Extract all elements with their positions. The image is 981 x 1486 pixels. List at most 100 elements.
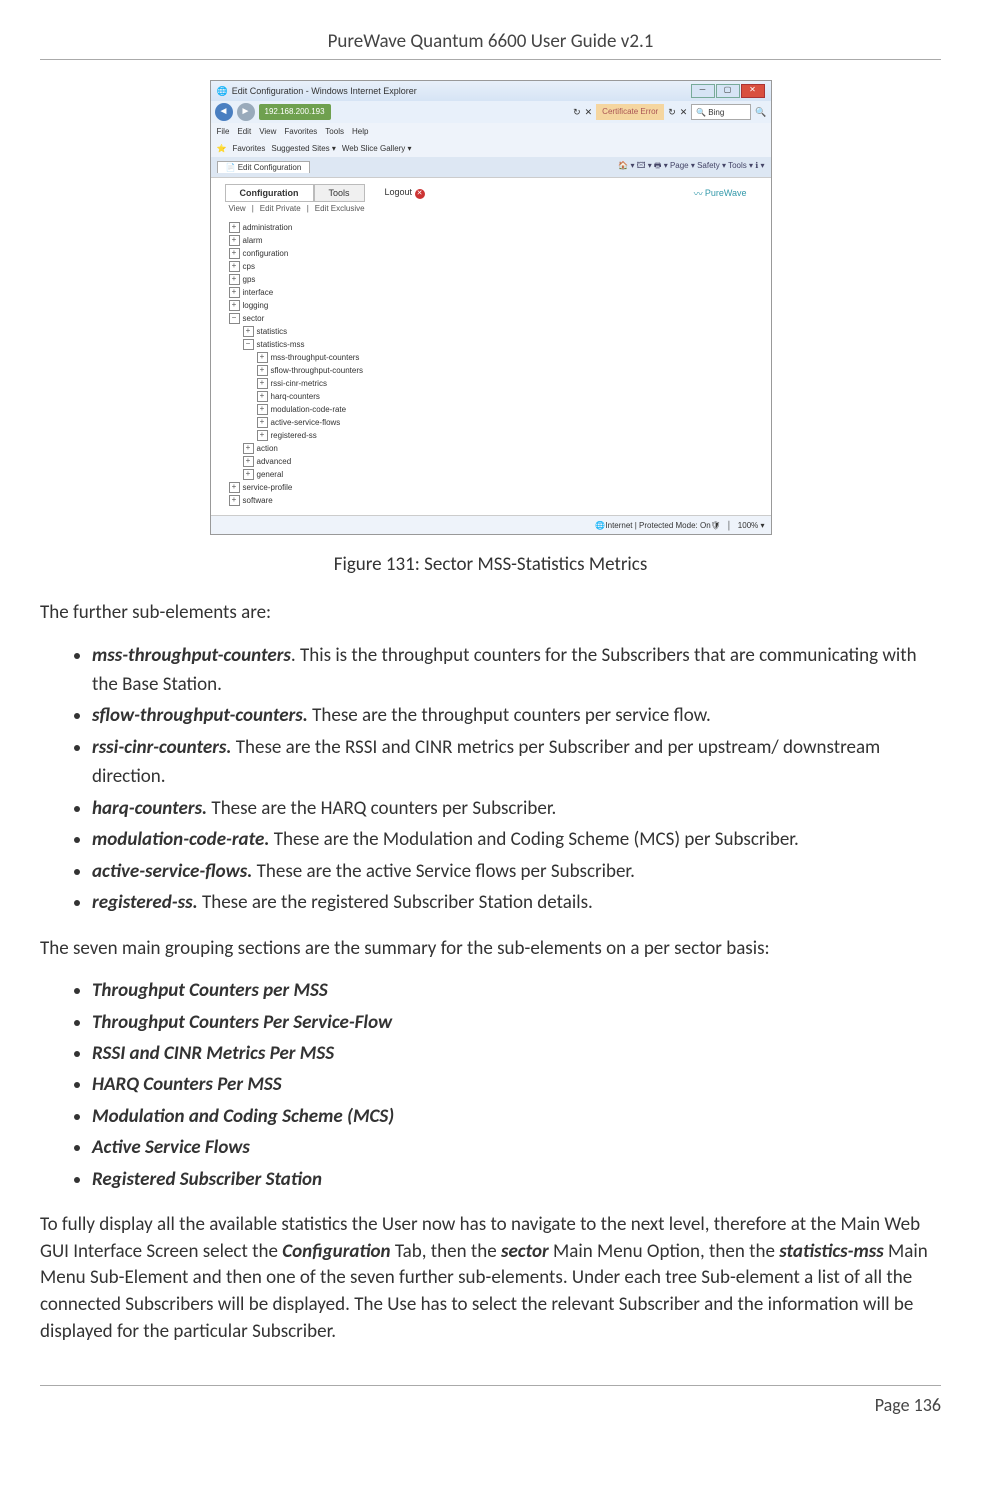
url-field[interactable]: 192.168.200.193 (259, 104, 331, 120)
expand-icon[interactable]: + (229, 222, 240, 233)
subtab-view[interactable]: View (229, 204, 246, 213)
tree-configuration[interactable]: +configuration (229, 247, 763, 260)
expand-icon[interactable]: + (257, 391, 268, 402)
web-slice[interactable]: Web Slice Gallery ▾ (342, 144, 412, 153)
expand-icon[interactable]: + (229, 261, 240, 272)
tree-service-profile[interactable]: +service-profile (229, 481, 763, 494)
tree-gps[interactable]: +gps (229, 273, 763, 286)
expand-icon[interactable]: + (243, 326, 254, 337)
menu-edit[interactable]: Edit (237, 127, 251, 136)
back-button[interactable]: ◄ (215, 103, 233, 121)
tree-registered-ss[interactable]: +registered-ss (229, 429, 763, 442)
tree-interface[interactable]: +interface (229, 286, 763, 299)
expand-icon[interactable]: + (257, 404, 268, 415)
list-item: harq-counters. These are the HARQ counte… (92, 794, 941, 823)
menu-bar: File Edit View Favorites Tools Help (211, 123, 771, 139)
minimize-button[interactable]: ─ (691, 84, 715, 98)
groups-intro: The seven main grouping sections are the… (40, 936, 941, 963)
menu-view[interactable]: View (259, 127, 276, 136)
maximize-button[interactable]: ▢ (716, 84, 740, 98)
favorites-bar: ⭐ Favorites Suggested Sites ▾ Web Slice … (211, 139, 771, 157)
expand-icon[interactable]: + (229, 248, 240, 259)
brand-logo: 〰 PureWave (694, 187, 747, 200)
tree-cps[interactable]: +cps (229, 260, 763, 273)
window-title: Edit Configuration - Windows Internet Ex… (232, 86, 417, 96)
tree-sflow-throughput[interactable]: +sflow-throughput-counters (229, 364, 763, 377)
ie-toolbar[interactable]: 🏠 ▾ 🖾 ▾ 🖶 ▾ Page ▾ Safety ▾ Tools ▾ ℹ ▾ (618, 160, 764, 174)
page-footer: Page 136 (40, 1385, 941, 1416)
status-bar: 🌐 Internet | Protected Mode: On 🛡 │ 100%… (211, 515, 771, 534)
expand-icon[interactable]: + (257, 417, 268, 428)
expand-icon[interactable]: + (229, 300, 240, 311)
subtab-edit-private[interactable]: Edit Private (260, 204, 301, 213)
window-titlebar: 🌐 Edit Configuration - Windows Internet … (211, 81, 771, 101)
status-text: Internet | Protected Mode: On (605, 521, 710, 530)
tree-software[interactable]: +software (229, 494, 763, 507)
tree-asf[interactable]: +active-service-flows (229, 416, 763, 429)
cert-error[interactable]: Certificate Error (596, 104, 664, 120)
logout-icon: ✕ (415, 189, 425, 199)
refresh-icon[interactable]: ↻ (573, 107, 581, 118)
tree-harq[interactable]: +harq-counters (229, 390, 763, 403)
tree-alarm[interactable]: +alarm (229, 234, 763, 247)
zoom-level[interactable]: 100% ▾ (738, 521, 765, 530)
intro-text: The further sub-elements are: (40, 600, 941, 627)
list-item: mss-throughput-counters. This is the thr… (92, 641, 941, 700)
tab-tools[interactable]: Tools (314, 184, 365, 202)
tree-administration[interactable]: +administration (229, 221, 763, 234)
tree-rssi-cinr[interactable]: +rssi-cinr-metrics (229, 377, 763, 390)
subtab-edit-exclusive[interactable]: Edit Exclusive (315, 204, 365, 213)
app-tabs: Configuration Tools Logout ✕ 〰 PureWave (211, 178, 771, 202)
collapse-icon[interactable]: − (229, 313, 240, 324)
list-item: HARQ Counters Per MSS (92, 1070, 941, 1099)
list-item: Active Service Flows (92, 1133, 941, 1162)
expand-icon[interactable]: + (243, 456, 254, 467)
list-item: active-service-flows. These are the acti… (92, 857, 941, 886)
tree-action[interactable]: +action (229, 442, 763, 455)
tab-configuration[interactable]: Configuration (225, 184, 314, 202)
expand-icon[interactable]: + (243, 469, 254, 480)
expand-icon[interactable]: + (257, 378, 268, 389)
tree-statistics[interactable]: +statistics (229, 325, 763, 338)
suggested-sites[interactable]: Suggested Sites ▾ (271, 144, 336, 153)
ie-tab[interactable]: 📄 Edit Configuration (217, 161, 311, 173)
forward-button[interactable]: ► (237, 103, 255, 121)
protected-mode-icon: 🛡 (711, 521, 721, 530)
expand-icon[interactable]: + (229, 235, 240, 246)
expand-icon[interactable]: + (257, 365, 268, 376)
close-button[interactable]: ✕ (741, 84, 765, 98)
tree-logging[interactable]: +logging (229, 299, 763, 312)
logout-link[interactable]: Logout ✕ (385, 187, 425, 199)
expand-icon[interactable]: + (257, 430, 268, 441)
list-item: RSSI and CINR Metrics Per MSS (92, 1039, 941, 1068)
tree-mss-throughput[interactable]: +mss-throughput-counters (229, 351, 763, 364)
ie-icon: 🌐 (217, 86, 228, 97)
search-box[interactable]: Bing (691, 104, 751, 120)
fav-label: Favorites (232, 144, 265, 153)
list-item: Throughput Counters per MSS (92, 976, 941, 1005)
list-item: registered-ss. These are the registered … (92, 888, 941, 917)
menu-help[interactable]: Help (352, 127, 368, 136)
stop-icon[interactable]: ✕ (585, 107, 593, 118)
internet-icon: 🌐 (595, 521, 605, 530)
tree-sector[interactable]: −sector (229, 312, 763, 325)
closing-paragraph: To fully display all the available stati… (40, 1212, 941, 1345)
page-icon: 📄 (226, 163, 236, 172)
menu-favorites[interactable]: Favorites (284, 127, 317, 136)
tree-mcr[interactable]: +modulation-code-rate (229, 403, 763, 416)
expand-icon[interactable]: + (229, 287, 240, 298)
expand-icon[interactable]: + (229, 274, 240, 285)
collapse-icon[interactable]: − (243, 339, 254, 350)
tree-general[interactable]: +general (229, 468, 763, 481)
expand-icon[interactable]: + (257, 352, 268, 363)
tree-advanced[interactable]: +advanced (229, 455, 763, 468)
list-item: modulation-code-rate. These are the Modu… (92, 825, 941, 854)
menu-file[interactable]: File (217, 127, 230, 136)
expand-icon[interactable]: + (229, 482, 240, 493)
expand-icon[interactable]: + (229, 495, 240, 506)
star-icon[interactable]: ⭐ (217, 144, 227, 153)
expand-icon[interactable]: + (243, 443, 254, 454)
menu-tools[interactable]: Tools (325, 127, 344, 136)
sub-elements-list: mss-throughput-counters. This is the thr… (40, 641, 941, 918)
tree-statistics-mss[interactable]: −statistics-mss (229, 338, 763, 351)
